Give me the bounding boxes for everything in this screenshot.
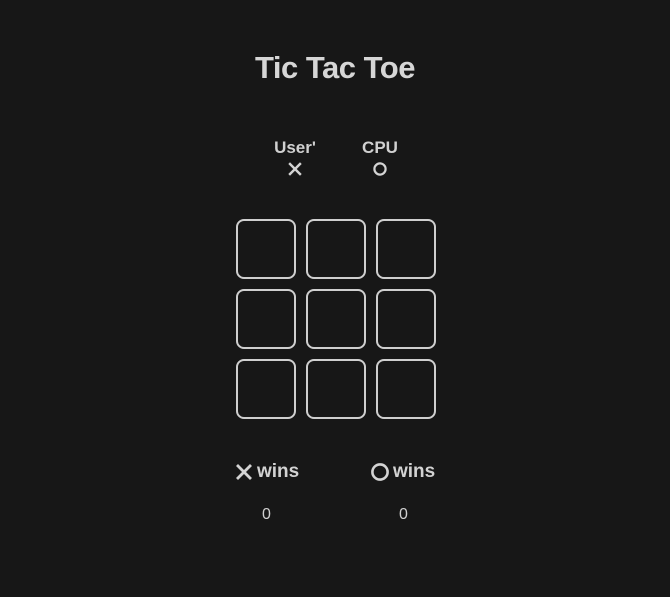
board-cell-2[interactable] xyxy=(306,219,366,279)
score-x: wins 0 xyxy=(234,460,334,523)
game-board xyxy=(236,219,436,419)
player-user: User' xyxy=(255,138,335,177)
board-cell-6[interactable] xyxy=(376,289,436,349)
board-cell-8[interactable] xyxy=(306,359,366,419)
circle-icon xyxy=(373,162,387,176)
x-icon xyxy=(288,162,302,176)
board-cell-7[interactable] xyxy=(236,359,296,419)
x-icon xyxy=(236,464,252,480)
player-cpu: CPU xyxy=(340,138,420,177)
score-x-label: wins xyxy=(257,461,300,482)
player-user-name: User' xyxy=(274,138,316,157)
score-x-value: 0 xyxy=(262,506,271,523)
score-o-header: wins xyxy=(370,460,470,484)
board-cell-9[interactable] xyxy=(376,359,436,419)
circle-icon xyxy=(371,463,389,481)
game-title: Tic Tac Toe xyxy=(255,50,415,85)
score-o-label: wins xyxy=(393,461,436,482)
player-cpu-name: CPU xyxy=(362,138,398,157)
board-cell-4[interactable] xyxy=(236,289,296,349)
board-cell-3[interactable] xyxy=(376,219,436,279)
board-cell-5[interactable] xyxy=(306,289,366,349)
score-o-value: 0 xyxy=(399,506,408,523)
score-x-header: wins xyxy=(234,460,334,484)
board-cell-1[interactable] xyxy=(236,219,296,279)
score-o: wins 0 xyxy=(370,460,470,523)
